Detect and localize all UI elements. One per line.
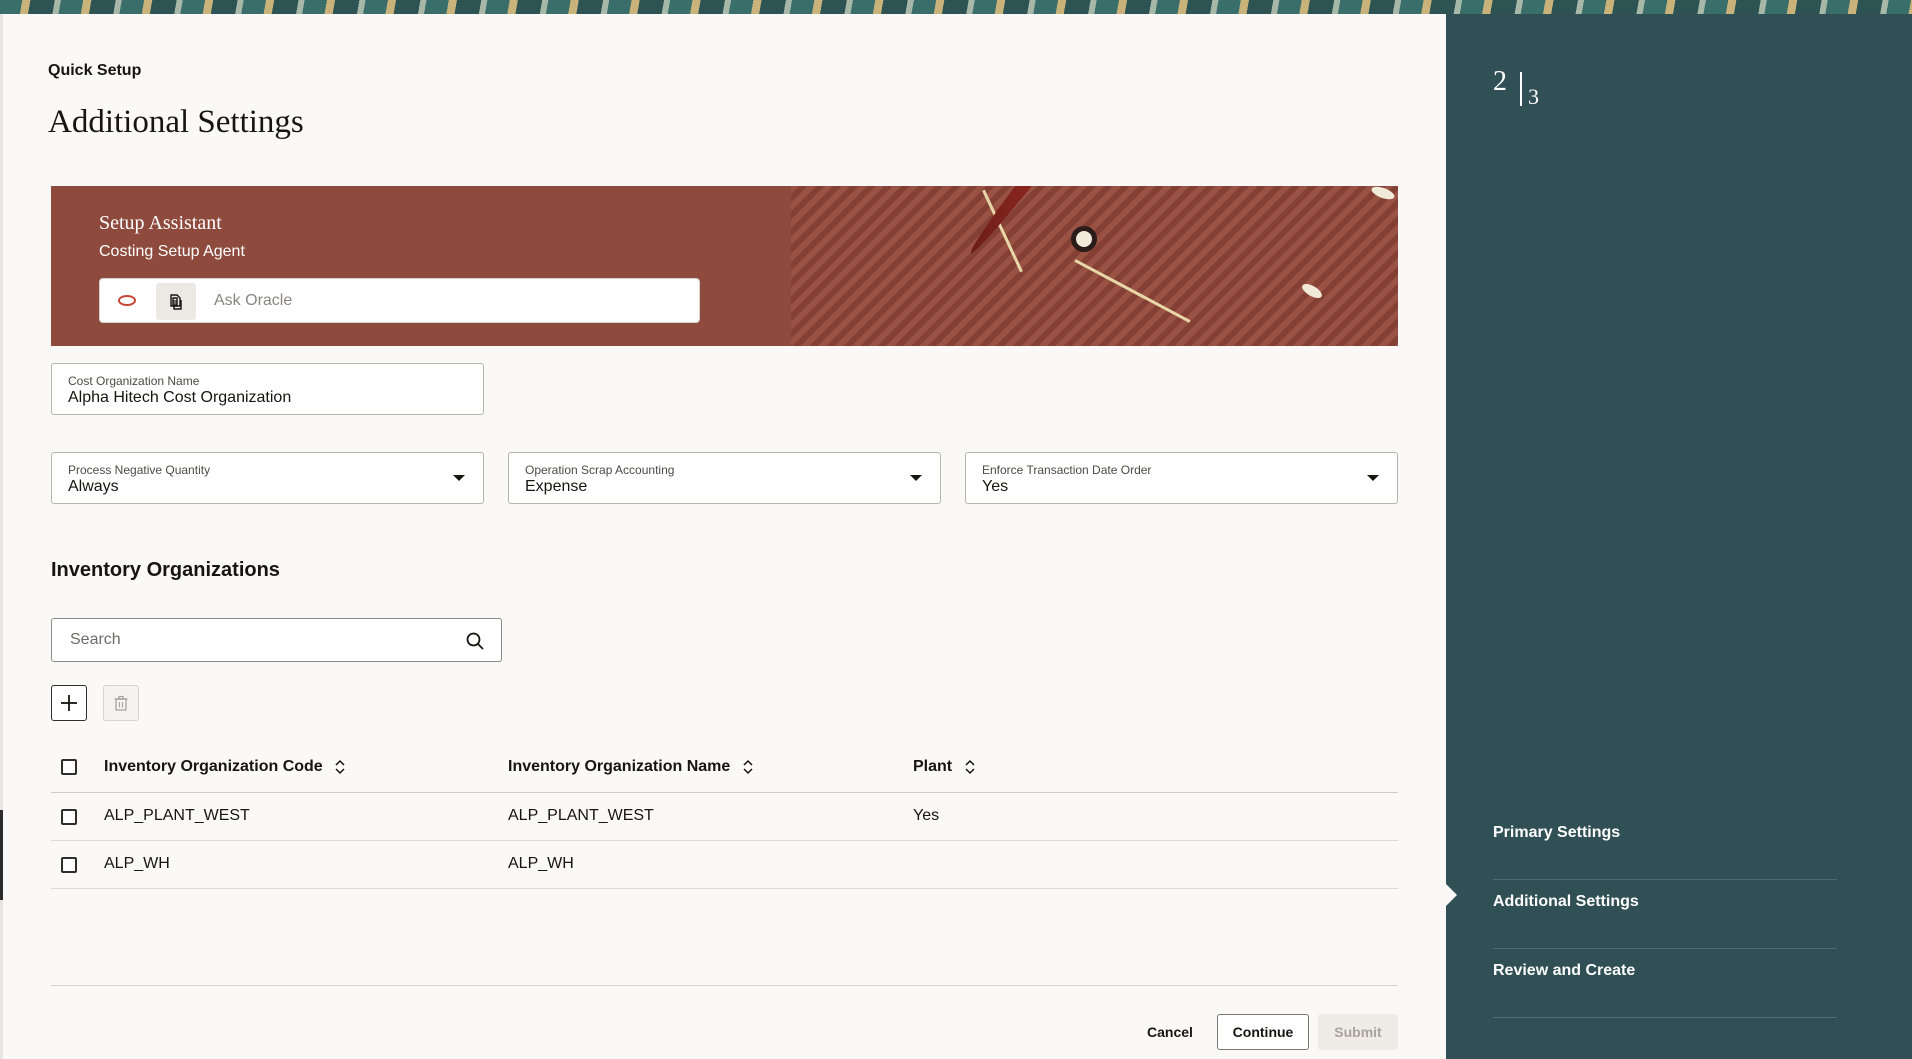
setup-assistant-banner: Setup Assistant Costing Setup Agent (51, 186, 1398, 346)
plus-icon (61, 695, 77, 711)
current-step-number: 2 (1493, 66, 1507, 97)
inventory-organizations-table: Inventory Organization Code Inventory Or… (51, 743, 1398, 889)
sort-icon (335, 759, 345, 774)
document-icon (170, 293, 182, 310)
cell-name: ALP_PLANT_WEST (508, 807, 654, 824)
step-review-and-create[interactable]: Review and Create (1493, 949, 1837, 1018)
step-label: Additional Settings (1493, 893, 1639, 910)
step-separator (1520, 72, 1522, 106)
progress-sidebar: 2 3 Primary Settings Additional Settings… (1446, 14, 1912, 1059)
table-row[interactable]: ALP_PLANT_WEST ALP_PLANT_WEST Yes (51, 793, 1398, 841)
column-header-plant[interactable]: Plant (913, 758, 975, 776)
process-negative-quantity-select[interactable]: Process Negative Quantity Always (51, 452, 484, 504)
field-value: Expense (525, 478, 588, 495)
step-additional-settings[interactable]: Additional Settings (1493, 880, 1837, 949)
page-title: Additional Settings (48, 104, 304, 140)
section-title: Inventory Organizations (51, 559, 280, 581)
field-label: Operation Scrap Accounting (525, 463, 675, 477)
step-primary-settings[interactable]: Primary Settings (1493, 811, 1837, 880)
banner-rower (1071, 226, 1097, 252)
assistant-title: Setup Assistant (99, 212, 222, 234)
ask-oracle-input[interactable] (212, 287, 682, 315)
field-value: Always (68, 478, 119, 495)
ask-oracle-box (99, 278, 700, 323)
continue-button[interactable]: Continue (1217, 1014, 1309, 1050)
field-label: Enforce Transaction Date Order (982, 463, 1152, 477)
chevron-down-icon (910, 475, 922, 481)
current-step-pointer (1446, 884, 1457, 906)
row-checkbox[interactable] (61, 857, 77, 873)
field-value: Alpha Hitech Cost Organization (68, 389, 292, 406)
cell-code: ALP_PLANT_WEST (104, 807, 250, 824)
field-label: Process Negative Quantity (68, 463, 211, 477)
cell-name: ALP_WH (508, 855, 574, 872)
cancel-button[interactable]: Cancel (1137, 1014, 1203, 1050)
add-row-button[interactable] (51, 685, 87, 721)
operation-scrap-accounting-select[interactable]: Operation Scrap Accounting Expense (508, 452, 941, 504)
cell-plant: Yes (913, 807, 940, 824)
search-input[interactable] (68, 628, 448, 652)
step-label: Review and Create (1493, 962, 1636, 979)
sort-icon (965, 759, 975, 774)
breadcrumb: Quick Setup (48, 62, 142, 79)
footer-divider (51, 985, 1398, 986)
decorative-header-strip (0, 0, 1912, 14)
enforce-transaction-date-order-select[interactable]: Enforce Transaction Date Order Yes (965, 452, 1398, 504)
cell-code: ALP_WH (104, 855, 170, 872)
total-steps-number: 3 (1528, 84, 1539, 109)
search-icon[interactable] (465, 631, 485, 651)
trash-icon (114, 695, 128, 711)
table-row[interactable]: ALP_WH ALP_WH (51, 841, 1398, 889)
column-header-label: Inventory Organization Name (508, 758, 731, 775)
column-header-label: Inventory Organization Code (104, 758, 323, 775)
sort-icon (743, 759, 753, 774)
step-label: Primary Settings (1493, 824, 1621, 841)
chevron-down-icon (1367, 475, 1379, 481)
row-checkbox[interactable] (61, 809, 77, 825)
select-all-checkbox[interactable] (61, 759, 77, 775)
oracle-logo-icon (118, 295, 136, 306)
column-header-name[interactable]: Inventory Organization Name (508, 758, 753, 776)
attach-document-button[interactable] (156, 283, 196, 320)
banner-pattern (791, 186, 1398, 346)
delete-row-button[interactable] (103, 685, 139, 721)
search-box (51, 618, 502, 662)
submit-button[interactable]: Submit (1318, 1014, 1398, 1050)
column-header-label: Plant (913, 758, 953, 775)
table-header-row: Inventory Organization Code Inventory Or… (51, 743, 1398, 793)
cost-organization-name-field[interactable]: Cost Organization Name Alpha Hitech Cost… (51, 363, 484, 415)
main-panel (3, 14, 1446, 1059)
field-label: Cost Organization Name (68, 374, 200, 388)
assistant-subtitle: Costing Setup Agent (99, 243, 245, 260)
field-value: Yes (982, 478, 1009, 495)
column-header-code[interactable]: Inventory Organization Code (104, 758, 345, 776)
chevron-down-icon (453, 475, 465, 481)
